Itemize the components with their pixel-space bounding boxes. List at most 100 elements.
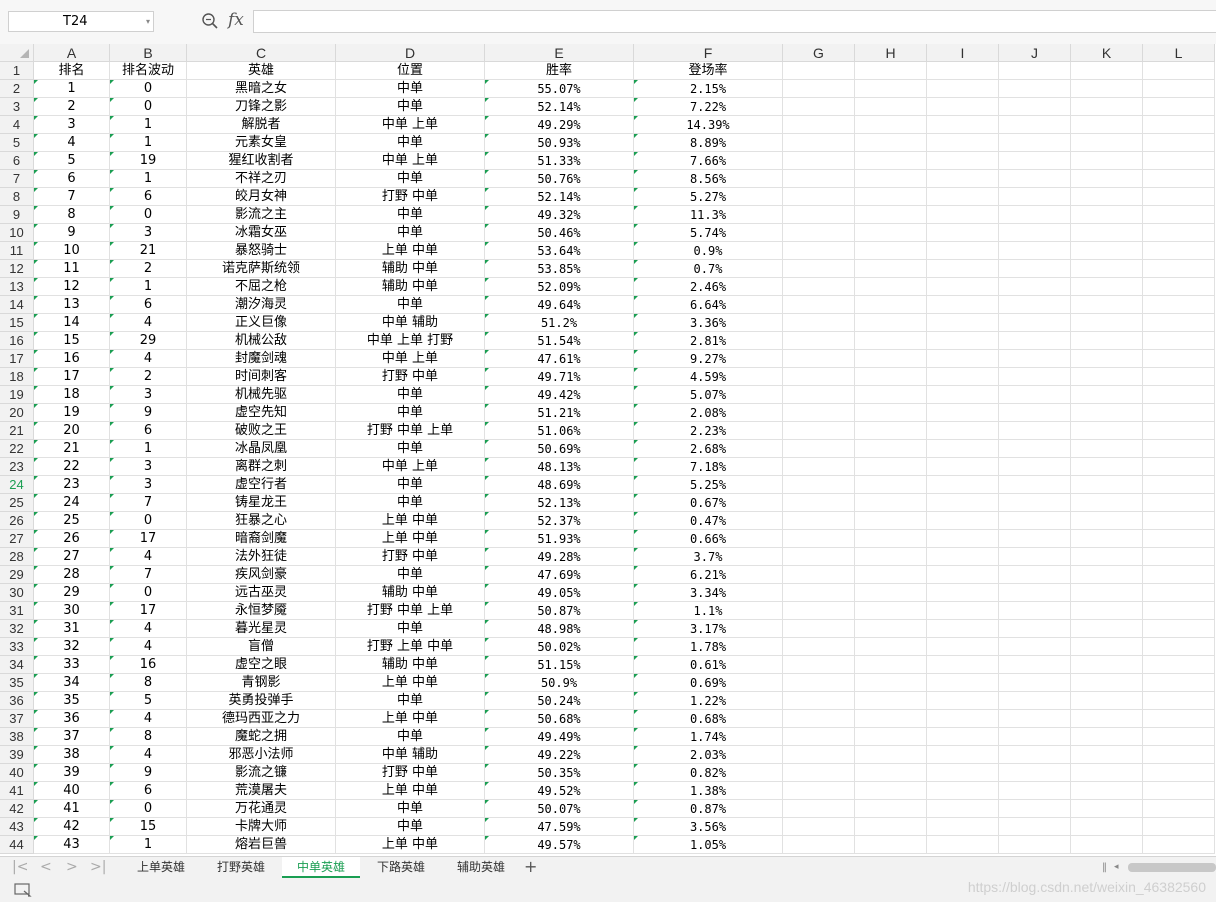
- cell-e[interactable]: 50.68%: [485, 710, 634, 728]
- cell-c[interactable]: 万花通灵: [187, 800, 336, 818]
- cell-i[interactable]: [927, 80, 999, 98]
- cell-k[interactable]: [1071, 116, 1143, 134]
- sheet-tab[interactable]: 打野英雄: [202, 857, 280, 878]
- cell-g[interactable]: [783, 350, 855, 368]
- cell-d[interactable]: 中单 上单 打野: [336, 332, 485, 350]
- cell-l[interactable]: [1143, 116, 1215, 134]
- cell-k[interactable]: [1071, 494, 1143, 512]
- cell-g[interactable]: [783, 206, 855, 224]
- cell-l[interactable]: [1143, 242, 1215, 260]
- cell-h[interactable]: [855, 422, 927, 440]
- cell-g[interactable]: [783, 134, 855, 152]
- cell-j[interactable]: [999, 818, 1071, 836]
- row-header[interactable]: 19: [0, 386, 34, 404]
- cell-b[interactable]: 1: [110, 440, 187, 458]
- row-header[interactable]: 30: [0, 584, 34, 602]
- column-header-i[interactable]: I: [927, 44, 999, 62]
- cell-e[interactable]: 51.15%: [485, 656, 634, 674]
- cell-k[interactable]: [1071, 368, 1143, 386]
- cell-b[interactable]: 7: [110, 494, 187, 512]
- cell-l[interactable]: [1143, 152, 1215, 170]
- cell-f[interactable]: 1.22%: [634, 692, 783, 710]
- cell-d[interactable]: 中单 上单: [336, 458, 485, 476]
- cell-a[interactable]: 18: [34, 386, 110, 404]
- cell-e[interactable]: 49.22%: [485, 746, 634, 764]
- cell-l[interactable]: [1143, 422, 1215, 440]
- cell-b[interactable]: 16: [110, 656, 187, 674]
- cell-c[interactable]: 冰霜女巫: [187, 224, 336, 242]
- row-header[interactable]: 12: [0, 260, 34, 278]
- cell-e[interactable]: 49.71%: [485, 368, 634, 386]
- cell-b[interactable]: 29: [110, 332, 187, 350]
- cell-k[interactable]: [1071, 836, 1143, 854]
- row-header[interactable]: 29: [0, 566, 34, 584]
- cell-g[interactable]: [783, 692, 855, 710]
- cell-j[interactable]: [999, 512, 1071, 530]
- cell-d[interactable]: 中单: [336, 692, 485, 710]
- cell-j[interactable]: [999, 458, 1071, 476]
- cell-g[interactable]: [783, 98, 855, 116]
- row-header[interactable]: 15: [0, 314, 34, 332]
- cell-d[interactable]: 打野 中单: [336, 548, 485, 566]
- cell-b[interactable]: 6: [110, 188, 187, 206]
- cell-i[interactable]: [927, 278, 999, 296]
- cell-k[interactable]: [1071, 134, 1143, 152]
- cell-l[interactable]: [1143, 494, 1215, 512]
- cell-e[interactable]: 50.24%: [485, 692, 634, 710]
- cell-b[interactable]: 17: [110, 530, 187, 548]
- cell-k[interactable]: [1071, 728, 1143, 746]
- cell-c[interactable]: 暮光星灵: [187, 620, 336, 638]
- cell-c[interactable]: 元素女皇: [187, 134, 336, 152]
- cell-j[interactable]: [999, 332, 1071, 350]
- cell-e[interactable]: 51.21%: [485, 404, 634, 422]
- cell-b[interactable]: 8: [110, 728, 187, 746]
- cell-e[interactable]: 48.69%: [485, 476, 634, 494]
- cell-a[interactable]: 15: [34, 332, 110, 350]
- cell-c[interactable]: 潮汐海灵: [187, 296, 336, 314]
- cell-h[interactable]: [855, 476, 927, 494]
- sheet-tab[interactable]: 上单英雄: [122, 857, 200, 878]
- cell-l[interactable]: [1143, 368, 1215, 386]
- row-header[interactable]: 37: [0, 710, 34, 728]
- cell-i[interactable]: [927, 512, 999, 530]
- cell-i[interactable]: [927, 440, 999, 458]
- cell-i[interactable]: [927, 62, 999, 80]
- cell-a[interactable]: 10: [34, 242, 110, 260]
- cell-e[interactable]: 49.42%: [485, 386, 634, 404]
- row-header[interactable]: 1: [0, 62, 34, 80]
- cell-e[interactable]: 53.85%: [485, 260, 634, 278]
- cell-e[interactable]: 53.64%: [485, 242, 634, 260]
- column-header-c[interactable]: C: [187, 44, 336, 62]
- cell-f[interactable]: 3.7%: [634, 548, 783, 566]
- cell-l[interactable]: [1143, 386, 1215, 404]
- cell-i[interactable]: [927, 134, 999, 152]
- cell-d[interactable]: 中单 上单: [336, 116, 485, 134]
- cell-b[interactable]: 1: [110, 134, 187, 152]
- column-header-j[interactable]: J: [999, 44, 1071, 62]
- cell-g[interactable]: [783, 836, 855, 854]
- cell-i[interactable]: [927, 818, 999, 836]
- cell-c[interactable]: 永恒梦魇: [187, 602, 336, 620]
- cell-j[interactable]: [999, 638, 1071, 656]
- cell-f[interactable]: 0.47%: [634, 512, 783, 530]
- cell-b[interactable]: 0: [110, 584, 187, 602]
- cell-c[interactable]: 诺克萨斯统领: [187, 260, 336, 278]
- cell-a[interactable]: 2: [34, 98, 110, 116]
- cell-e[interactable]: 52.14%: [485, 98, 634, 116]
- cell-l[interactable]: [1143, 836, 1215, 854]
- cell-e[interactable]: 48.98%: [485, 620, 634, 638]
- cell-c[interactable]: 黑暗之女: [187, 80, 336, 98]
- cell-c[interactable]: 邪恶小法师: [187, 746, 336, 764]
- cell-k[interactable]: [1071, 152, 1143, 170]
- cell-c[interactable]: 狂暴之心: [187, 512, 336, 530]
- cell-c[interactable]: 解脱者: [187, 116, 336, 134]
- cell-e[interactable]: 47.59%: [485, 818, 634, 836]
- cell-c[interactable]: 远古巫灵: [187, 584, 336, 602]
- cell-f[interactable]: 5.25%: [634, 476, 783, 494]
- cell-g[interactable]: [783, 116, 855, 134]
- cell-d[interactable]: 上单 中单: [336, 530, 485, 548]
- cell-h[interactable]: [855, 800, 927, 818]
- cell-f[interactable]: 1.74%: [634, 728, 783, 746]
- row-header[interactable]: 35: [0, 674, 34, 692]
- cell-c[interactable]: 破败之王: [187, 422, 336, 440]
